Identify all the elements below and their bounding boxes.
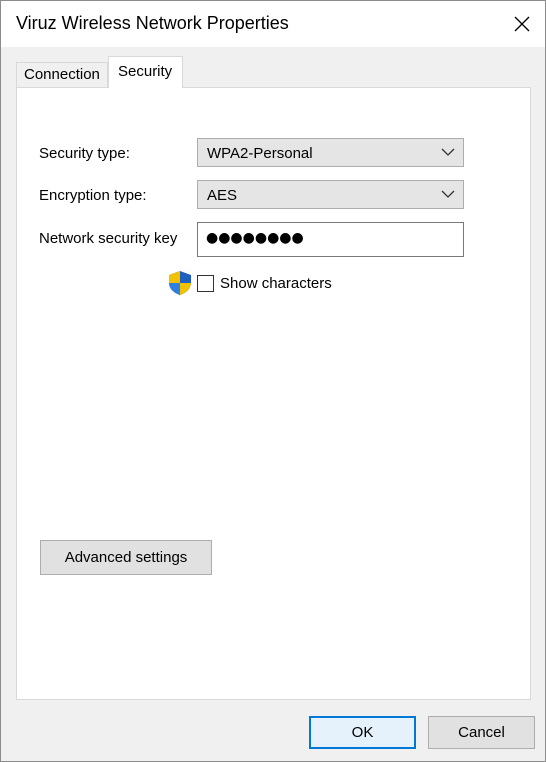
window-title: Viruz Wireless Network Properties	[16, 13, 289, 33]
security-type-label: Security type:	[39, 145, 130, 162]
cancel-button[interactable]: Cancel	[428, 716, 535, 749]
security-type-value: WPA2-Personal	[207, 145, 313, 162]
chevron-down-icon	[441, 148, 455, 156]
chevron-down-icon	[441, 190, 455, 198]
network-security-key-value: ●●●●●●●●	[206, 230, 304, 246]
show-characters-label[interactable]: Show characters	[220, 275, 332, 292]
title-bar: Viruz Wireless Network Properties	[1, 1, 545, 47]
tab-strip: Connection Security	[1, 47, 545, 88]
tab-connection[interactable]: Connection	[16, 62, 108, 87]
encryption-type-dropdown[interactable]: AES	[197, 180, 464, 209]
tab-security[interactable]: Security	[108, 56, 183, 88]
security-type-dropdown[interactable]: WPA2-Personal	[197, 138, 464, 167]
ok-button[interactable]: OK	[309, 716, 416, 749]
network-security-key-input[interactable]: ●●●●●●●●	[197, 222, 464, 257]
encryption-type-value: AES	[207, 187, 238, 204]
security-tab-panel: Security type: WPA2-Personal Encryption …	[16, 87, 531, 700]
close-button[interactable]	[499, 1, 545, 47]
advanced-settings-button[interactable]: Advanced settings	[40, 540, 212, 575]
uac-shield-icon	[169, 271, 191, 295]
network-security-key-label: Network security key	[39, 230, 178, 247]
close-icon	[514, 16, 530, 32]
show-characters-checkbox[interactable]	[197, 275, 214, 292]
encryption-type-label: Encryption type:	[39, 187, 147, 204]
network-properties-dialog: Viruz Wireless Network Properties Connec…	[0, 0, 546, 762]
